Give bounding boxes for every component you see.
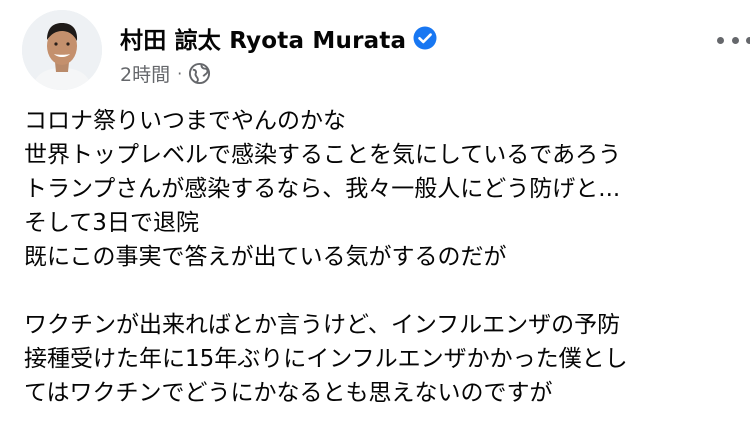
meta-separator: · [177, 63, 183, 83]
post-body: コロナ祭りいつまでやんのかな 世界トップレベルで感染することを気にしているであろ… [24, 104, 729, 410]
post-text-line: 既にこの事実で答えが出ている気がするのだが [24, 244, 507, 270]
author-avatar[interactable] [22, 10, 102, 90]
post-text-line: ワクチンが出来ればとか言うけど、インフルエンザの予防 [24, 312, 621, 338]
profile-photo-icon [22, 10, 102, 90]
verified-badge-icon [413, 26, 437, 50]
post-timestamp[interactable]: 2時間 [120, 60, 170, 87]
more-dot [717, 36, 724, 44]
more-dot [746, 36, 750, 44]
author-name[interactable]: 村田 諒太 Ryota Murata [120, 21, 406, 55]
post-text-line: コロナ祭りいつまでやんのかな [24, 108, 346, 134]
post-text-line [24, 274, 729, 308]
more-dot [731, 36, 739, 44]
post-text-line: 接種受けた年に15年ぶりにインフルエンザかかった僕とし [24, 346, 628, 372]
more-options-icon[interactable] [717, 28, 750, 52]
post-text-line: そして3日で退院 [24, 210, 199, 236]
post-header: 村田 諒太 Ryota Murata 2時間 · [22, 10, 750, 90]
post-meta: 2時間 · [120, 60, 211, 86]
post-text-line: てはワクチンでどうにかなるとも思えないのですが [24, 380, 553, 406]
author-line: 村田 諒太 Ryota Murata [120, 21, 437, 55]
post-text-line: 世界トップレベルで感染することを気にしているであろう [24, 142, 622, 168]
post-text-line: トランプさんが感染するなら、我々一般人にどう防げと... [24, 176, 621, 202]
globe-icon[interactable] [188, 62, 211, 85]
facebook-post: 村田 諒太 Ryota Murata 2時間 · コロナ祭りいつまでやんのかな … [0, 0, 750, 442]
